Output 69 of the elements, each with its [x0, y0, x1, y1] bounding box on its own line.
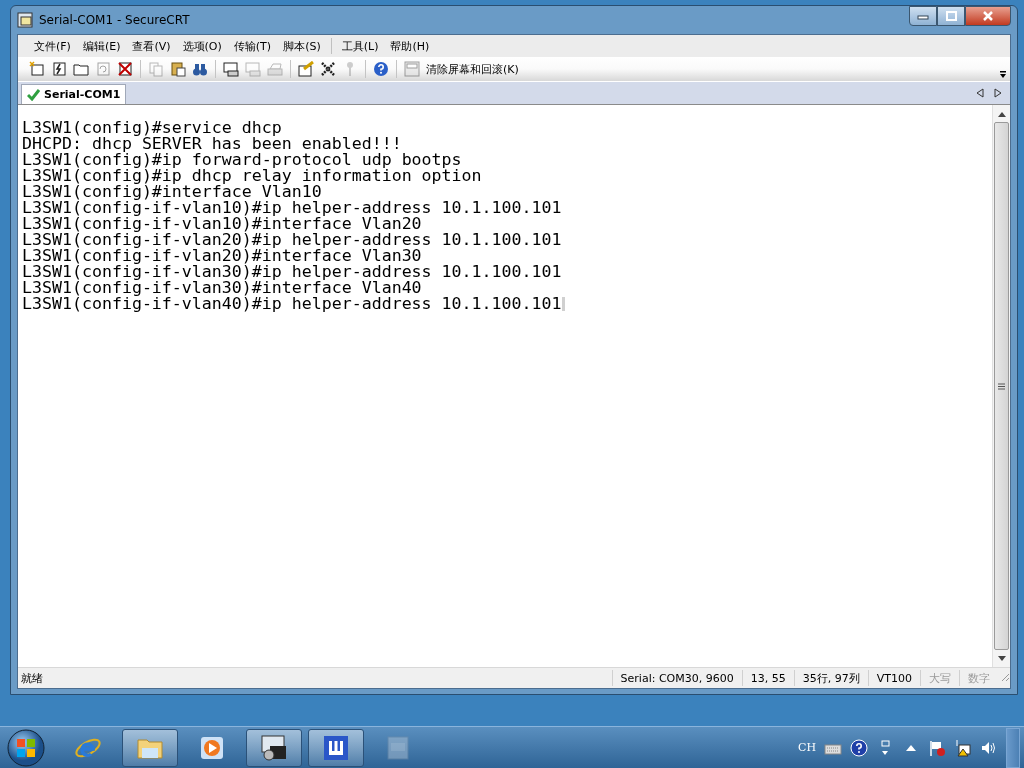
terminal-line: L3SW1(config-if-vlan40)#ip helper-address 10.1.100.101	[22, 296, 562, 312]
status-field: VT100	[867, 670, 920, 686]
terminal-line: L3SW1(config)#ip forward-protocol udp bootps	[22, 152, 462, 168]
print-selection-icon	[245, 61, 261, 77]
copy-icon	[148, 61, 164, 77]
overflow-chevron-icon[interactable]	[999, 71, 1007, 79]
toolbar-button[interactable]	[220, 59, 242, 79]
terminal-line: L3SW1(config)#ip dhcp relay information option	[22, 168, 482, 184]
menu-item[interactable]: 脚本(S)	[277, 36, 327, 56]
terminal-line: L3SW1(config)#service dhcp	[22, 120, 282, 136]
disconnect-icon	[117, 61, 133, 77]
scroll-down-icon[interactable]	[997, 655, 1006, 662]
close-icon	[982, 11, 994, 21]
status-field: 13, 55	[741, 670, 794, 686]
print-screen-icon	[223, 61, 239, 77]
paste-icon	[170, 61, 186, 77]
menu-item[interactable]: 查看(V)	[126, 36, 177, 56]
menu-item[interactable]: 编辑(E)	[76, 36, 127, 56]
scroll-up-icon[interactable]	[997, 110, 1006, 117]
network-icon[interactable]	[954, 738, 972, 757]
binoculars-icon	[192, 61, 208, 77]
reconnect-icon	[95, 61, 111, 77]
session-tab[interactable]: Serial-COM1	[21, 84, 127, 104]
vertical-scrollbar[interactable]	[992, 105, 1010, 667]
help-icon	[373, 61, 389, 77]
input-language-indicator[interactable]: CH	[798, 741, 816, 754]
terminal-line: L3SW1(config-if-vlan10)#interface Vlan20	[22, 216, 422, 232]
help-icon[interactable]	[850, 738, 868, 757]
taskbar-app-button[interactable]	[246, 728, 302, 767]
terminal-line: L3SW1(config-if-vlan20)#ip helper-address 10.1.100.101	[22, 232, 562, 248]
status-message: 就绪	[20, 670, 44, 686]
window-app-icon	[384, 733, 412, 762]
session-options-icon	[298, 61, 314, 77]
menu-item[interactable]: 文件(F)	[28, 36, 77, 56]
document-app-icon	[322, 733, 350, 762]
maximize-button[interactable]	[937, 6, 965, 26]
new-session-icon	[29, 61, 45, 77]
scroll-left-icon[interactable]	[976, 88, 984, 98]
status-field: Serial: COM30, 9600	[611, 670, 742, 686]
scroll-right-icon[interactable]	[994, 88, 1002, 98]
flag-icon[interactable]	[928, 738, 946, 757]
menu-item[interactable]: 帮助(H)	[384, 36, 436, 56]
terminal-line: L3SW1(config)#interface Vlan10	[22, 184, 322, 200]
terminal-line: L3SW1(config-if-vlan10)#ip helper-address 10.1.100.101	[22, 200, 562, 216]
tools-icon	[320, 61, 336, 77]
maximize-icon	[945, 11, 957, 21]
folder-icon	[73, 61, 89, 77]
close-button[interactable]	[965, 6, 1011, 26]
terminal-app-icon	[260, 733, 288, 762]
window-title: Serial-COM1 - SecureCRT	[39, 13, 190, 27]
terminal-window-icon	[17, 12, 33, 28]
status-field: 35行, 97列	[793, 670, 868, 686]
menu-item[interactable]: 传输(T)	[227, 36, 278, 56]
screen-icon	[404, 61, 420, 77]
taskbar-app-button[interactable]	[122, 728, 178, 767]
terminal-line: DHCPD: dhcp SERVER has been enabled!!!	[22, 136, 402, 152]
start-button[interactable]	[6, 727, 46, 768]
terminal-line: L3SW1(config-if-vlan30)#ip helper-address 10.1.100.101	[22, 264, 562, 280]
printer-icon	[267, 61, 283, 77]
terminal-line: L3SW1(config-if-vlan30)#interface Vlan40	[22, 280, 422, 296]
terminal-line: L3SW1(config-if-vlan20)#interface Vlan30	[22, 248, 422, 264]
menu-item[interactable]: 工具(L)	[335, 36, 385, 56]
taskbar-app-button[interactable]	[308, 728, 364, 767]
quick-connect-icon	[51, 61, 67, 77]
minimize-button[interactable]	[909, 6, 937, 26]
scrollbar-thumb[interactable]	[994, 122, 1009, 650]
status-field: 数字	[959, 670, 998, 686]
menu-item[interactable]: 选项(O)	[176, 36, 228, 56]
status-field: 大写	[920, 670, 959, 686]
